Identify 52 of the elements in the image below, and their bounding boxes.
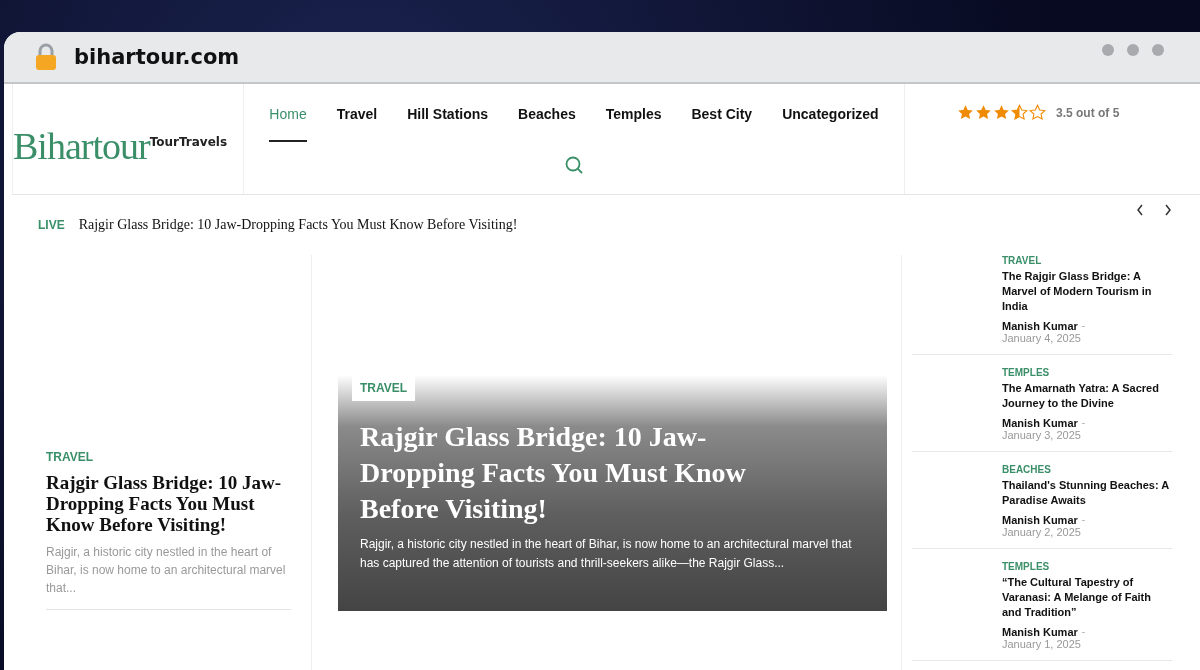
- author-name[interactable]: Manish Kumar: [1002, 514, 1078, 526]
- category-label[interactable]: TRAVEL: [46, 450, 291, 464]
- nav-tab[interactable]: Best City: [691, 106, 753, 142]
- author-name[interactable]: Manish Kumar: [1002, 320, 1078, 332]
- window-dot-icon[interactable]: [1102, 44, 1114, 56]
- star-icon: [993, 104, 1010, 121]
- search-icon[interactable]: [565, 156, 583, 174]
- category-label[interactable]: TEMPLES: [1002, 367, 1172, 378]
- star-icon: [1011, 104, 1028, 121]
- post-title[interactable]: Rajgir Glass Bridge: 10 Jaw-Dropping Facts You Must Know Before Visiting!: [46, 472, 291, 535]
- category-label[interactable]: BEACHES: [1002, 464, 1172, 475]
- featured-post-card[interactable]: [338, 375, 887, 611]
- site-logo[interactable]: Bihartour: [13, 124, 150, 168]
- star-icon: [957, 104, 974, 121]
- category-label[interactable]: TRAVEL: [1002, 255, 1172, 266]
- meta-separator: -: [1081, 417, 1086, 429]
- window-dot-icon[interactable]: [1127, 44, 1139, 56]
- meta-separator: -: [1081, 626, 1086, 638]
- author-name[interactable]: Manish Kumar: [1002, 417, 1078, 429]
- meta-separator: -: [1081, 320, 1086, 332]
- live-label: LIVE: [38, 218, 65, 232]
- chevron-right-icon[interactable]: [1164, 204, 1172, 216]
- meta-separator: -: [1081, 514, 1086, 526]
- address-url[interactable]: bihartour.com: [74, 45, 240, 69]
- featured-excerpt: Rajgir, a historic city nestled in the heart of Bihar, is now home to an architectural marvel that has captured the attention of tourists and thrill-seekers alike—the Rajgir Glass...: [360, 536, 853, 572]
- ticker-headline[interactable]: Rajgir Glass Bridge: 10 Jaw-Dropping Facts You Must Know Before Visiting!: [78, 217, 518, 233]
- post-date: January 3, 2025: [1002, 429, 1082, 441]
- post-title[interactable]: The Amarnath Yatra: A Sacred Journey to the Divine: [1002, 381, 1172, 411]
- star-icon: [1029, 104, 1046, 121]
- post-date: January 4, 2025: [1002, 332, 1082, 344]
- rating-text: 3.5 out of 5: [1056, 106, 1120, 120]
- post-date: January 1, 2025: [1002, 638, 1082, 650]
- lock-icon: [34, 43, 58, 71]
- star-icon: [975, 104, 992, 121]
- nav-tab[interactable]: Uncategorized: [782, 106, 879, 142]
- nav-tab[interactable]: Travel: [336, 106, 378, 142]
- featured-title[interactable]: Rajgir Glass Bridge: 10 Jaw-Dropping Facts You Must Know Before Visiting!: [360, 419, 810, 527]
- post-title[interactable]: Thailand's Stunning Beaches: A Paradise Awaits: [1002, 478, 1172, 508]
- nav-tab[interactable]: Temples: [605, 106, 662, 142]
- post-title[interactable]: “The Cultural Tapestry of Varanasi: A Melange of Faith and Tradition”: [1002, 575, 1172, 620]
- author-name[interactable]: Manish Kumar: [1002, 626, 1078, 638]
- site-tagline: TourTravels: [149, 135, 228, 149]
- nav-tab[interactable]: Home: [269, 106, 307, 142]
- post-date: January 2, 2025: [1002, 526, 1082, 538]
- category-label[interactable]: TRAVEL: [352, 375, 416, 401]
- window-dot-icon[interactable]: [1152, 44, 1164, 56]
- post-title[interactable]: The Rajgir Glass Bridge: A Marvel of Modern Tourism in India: [1002, 269, 1172, 314]
- nav-tab[interactable]: Hill Stations: [407, 106, 489, 142]
- category-label[interactable]: TEMPLES: [1002, 561, 1172, 572]
- chevron-left-icon[interactable]: [1136, 204, 1144, 216]
- post-excerpt: Rajgir, a historic city nestled in the heart of Bihar, is now home to an architectural marvel that...: [46, 544, 287, 597]
- nav-tab[interactable]: Beaches: [518, 106, 576, 142]
